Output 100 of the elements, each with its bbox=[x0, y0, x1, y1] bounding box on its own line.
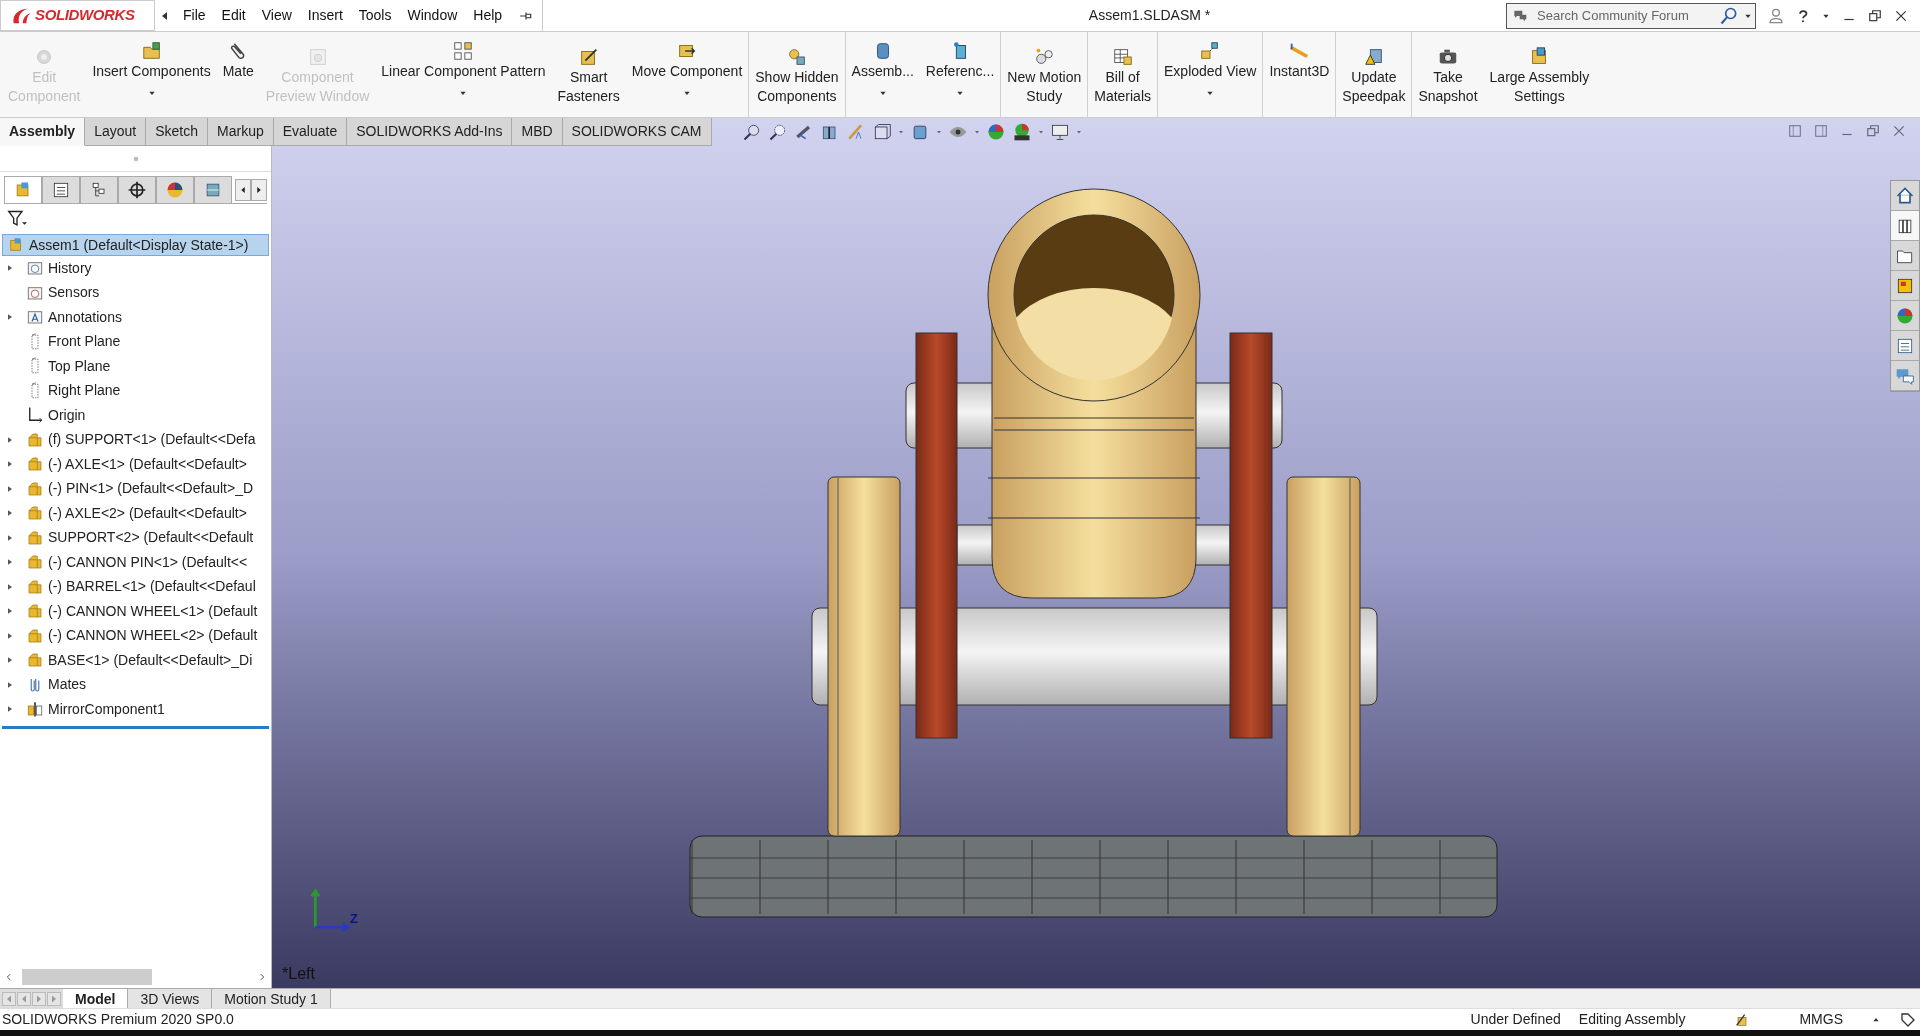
caret-icon[interactable] bbox=[878, 89, 887, 97]
ribbon-button[interactable]: Update Speedpak bbox=[1336, 32, 1412, 117]
command-tab[interactable]: Evaluate bbox=[273, 118, 348, 146]
scroll-right-icon[interactable] bbox=[257, 971, 267, 983]
restore-icon[interactable] bbox=[1868, 8, 1882, 23]
tree-item[interactable]: MirrorComponent1 bbox=[0, 697, 271, 722]
command-tab[interactable]: Markup bbox=[208, 118, 274, 146]
drag-handle-icon[interactable] bbox=[131, 154, 140, 163]
command-tab[interactable]: SOLIDWORKS Add-Ins bbox=[347, 118, 513, 146]
ribbon-button[interactable]: Take Snapshot bbox=[1412, 32, 1484, 117]
tree-item[interactable]: (-) BARREL<1> (Default<<Defaul bbox=[0, 574, 271, 599]
home-icon[interactable] bbox=[1895, 185, 1915, 206]
scroll-right-icon[interactable] bbox=[251, 178, 267, 201]
ribbon-button[interactable]: Insert Components bbox=[86, 32, 217, 117]
color-ball-icon[interactable] bbox=[986, 122, 1006, 142]
axis-label: Z bbox=[350, 909, 358, 928]
mirror-parts-icon bbox=[26, 700, 44, 719]
tree-item[interactable]: Assem1 (Default<Display State-1>) bbox=[2, 234, 269, 256]
view-cube-icon[interactable] bbox=[872, 122, 892, 142]
split-left-icon[interactable] bbox=[1788, 124, 1802, 138]
ribbon-button[interactable]: Mate bbox=[216, 32, 260, 117]
ribbon-button[interactable]: Large Assembly Settings bbox=[1483, 32, 1596, 117]
tree-item[interactable]: (-) CANNON WHEEL<1> (Default bbox=[0, 599, 271, 624]
tree-item[interactable]: Origin bbox=[0, 403, 271, 428]
menu-item[interactable]: View bbox=[253, 5, 300, 26]
part-icon bbox=[26, 528, 44, 547]
list-icon bbox=[51, 180, 71, 200]
tree-item[interactable]: (f) SUPPORT<1> (Default<<Defa bbox=[0, 427, 271, 452]
caret-icon[interactable] bbox=[147, 89, 156, 97]
folder-cube-icon bbox=[140, 40, 163, 62]
menu-item[interactable]: Window bbox=[399, 5, 466, 26]
scroll-left-icon[interactable] bbox=[235, 178, 251, 201]
tree-item[interactable]: SUPPORT<2> (Default<<Default bbox=[0, 525, 271, 550]
menu-item[interactable]: Insert bbox=[299, 5, 351, 26]
tree-item[interactable]: (-) AXLE<1> (Default<<Default> bbox=[0, 452, 271, 477]
status-text: Under Defined bbox=[1469, 1010, 1562, 1029]
command-tab[interactable]: Layout bbox=[85, 118, 147, 146]
command-tab[interactable]: MBD bbox=[512, 118, 563, 146]
panel-tab[interactable] bbox=[118, 176, 156, 203]
ribbon-button[interactable]: Referenc... bbox=[919, 32, 1001, 117]
units-selector[interactable]: MMGS bbox=[1790, 1009, 1852, 1030]
tag-icon[interactable] bbox=[1900, 1011, 1916, 1028]
part-icon bbox=[26, 602, 44, 621]
zoom-to-fit-icon[interactable] bbox=[742, 122, 762, 142]
axes-icon bbox=[26, 406, 44, 425]
ribbon-button[interactable]: New Motion Study bbox=[1001, 32, 1088, 117]
part-icon bbox=[26, 651, 44, 670]
tree-item[interactable]: Front Plane bbox=[0, 329, 271, 354]
caret-icon[interactable] bbox=[459, 89, 468, 97]
tree-item[interactable]: (-) CANNON WHEEL<2> (Default bbox=[0, 623, 271, 648]
sheet-tab[interactable]: Model bbox=[63, 989, 129, 1008]
menu-item[interactable]: File bbox=[175, 5, 214, 26]
panel-tab[interactable] bbox=[156, 176, 194, 203]
caret-icon[interactable] bbox=[1206, 89, 1215, 97]
menu-item[interactable]: Edit bbox=[213, 5, 254, 26]
command-tab[interactable]: Sketch bbox=[146, 118, 208, 146]
zoom-area-icon[interactable] bbox=[768, 122, 788, 142]
tree-item[interactable]: Top Plane bbox=[0, 354, 271, 379]
ribbon-button[interactable]: Exploded View bbox=[1158, 32, 1263, 117]
tree-item[interactable]: Mates bbox=[0, 672, 271, 697]
tree-item[interactable]: Right Plane bbox=[0, 378, 271, 403]
status-text: Editing Assembly bbox=[1577, 1010, 1687, 1029]
caret-icon[interactable] bbox=[956, 89, 965, 97]
monitor-icon[interactable] bbox=[1050, 122, 1070, 142]
part-icon bbox=[26, 553, 44, 572]
ribbon-button[interactable]: Show Hidden Components bbox=[749, 32, 845, 117]
command-tab[interactable]: SOLIDWORKS CAM bbox=[562, 118, 712, 146]
scene-icon[interactable] bbox=[1012, 122, 1032, 142]
status-text: SOLIDWORKS Premium 2020 SP0.0 bbox=[1, 1010, 235, 1029]
ribbon-button[interactable]: Move Component bbox=[625, 32, 749, 117]
scrollbar-thumb[interactable] bbox=[22, 969, 152, 985]
close-icon[interactable] bbox=[1894, 8, 1908, 23]
tree-item[interactable]: BASE<1> (Default<<Default>_Di bbox=[0, 648, 271, 673]
panel-tab[interactable] bbox=[42, 176, 80, 203]
part-icon bbox=[26, 455, 44, 474]
menu-item[interactable]: Help bbox=[465, 5, 511, 26]
tree-item[interactable]: Sensors bbox=[0, 280, 271, 305]
tree-item[interactable]: (-) AXLE<2> (Default<<Default> bbox=[0, 501, 271, 526]
search-field[interactable]: Search Community Forum bbox=[1506, 2, 1756, 29]
filter-icon[interactable] bbox=[6, 209, 28, 229]
tree-item[interactable]: (-) CANNON PIN<1> (Default<< bbox=[0, 550, 271, 575]
tree-item[interactable]: History bbox=[0, 256, 271, 281]
sheet-tab[interactable]: Motion Study 1 bbox=[212, 989, 331, 1008]
ribbon-button[interactable]: Assemb... bbox=[845, 32, 920, 117]
ribbon-button[interactable]: Bill of Materials bbox=[1088, 32, 1157, 117]
user-icon[interactable] bbox=[1768, 6, 1784, 25]
table-cube-icon bbox=[1111, 46, 1134, 68]
caret-icon[interactable] bbox=[683, 89, 691, 97]
ribbon-button[interactable]: Linear Component Pattern bbox=[375, 32, 552, 117]
part-icon bbox=[26, 626, 44, 645]
menu-item[interactable]: Tools bbox=[350, 5, 400, 26]
command-tab[interactable]: Assembly bbox=[0, 118, 86, 146]
view-name: *Left bbox=[282, 964, 315, 984]
tree-item[interactable]: (-) PIN<1> (Default<<Default>_D bbox=[0, 476, 271, 501]
sheet-tab[interactable]: 3D Views bbox=[128, 989, 213, 1008]
scroll-left-icon[interactable] bbox=[4, 971, 14, 983]
ribbon-button[interactable]: Instant3D bbox=[1263, 32, 1336, 117]
warning-cube-icon bbox=[1362, 46, 1385, 68]
tree-item[interactable]: Annotations bbox=[0, 305, 271, 330]
ribbon-button[interactable]: Smart Fasteners bbox=[551, 32, 626, 117]
